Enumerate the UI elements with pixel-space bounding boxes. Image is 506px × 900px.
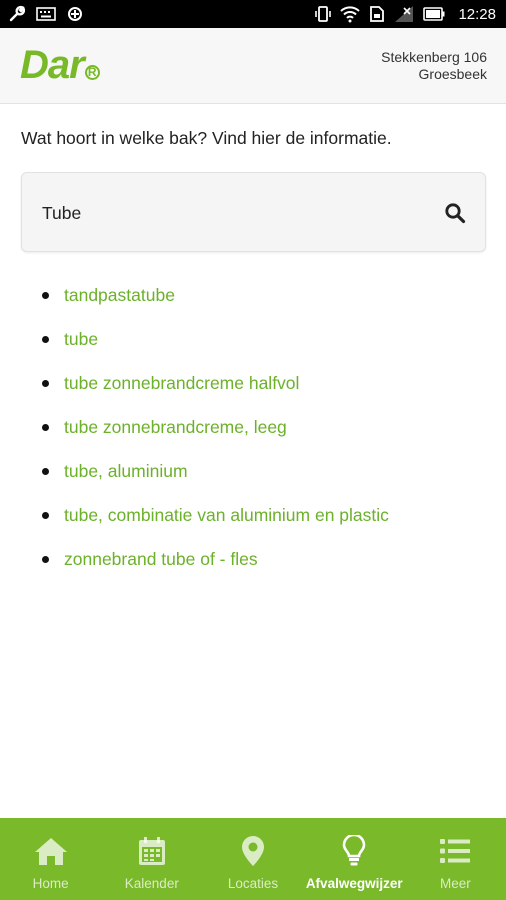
- vibrate-icon: [315, 5, 332, 23]
- address-city: Groesbeek: [418, 66, 487, 82]
- signal-icon: [394, 5, 414, 23]
- logo-text: Dar: [20, 43, 85, 87]
- registered-mark-icon: R: [84, 65, 100, 80]
- nav-afvalwegwijzer[interactable]: Afvalwegwijzer: [304, 818, 405, 900]
- sim-icon: [369, 5, 385, 23]
- result-link[interactable]: tube zonnebrandcreme, leeg: [64, 417, 287, 437]
- list-icon: [440, 839, 471, 863]
- intro-text: Wat hoort in welke bak? Vind hier de inf…: [21, 128, 392, 148]
- list-item: zonnebrand tube of - fles: [42, 547, 389, 591]
- wifi-icon: [340, 5, 361, 23]
- status-bar-system: 12:28: [315, 5, 506, 23]
- list-item: tube zonnebrandcreme, leeg: [42, 415, 389, 459]
- status-bar: 12:28: [0, 0, 506, 28]
- keyboard-icon: [36, 6, 56, 22]
- list-item: tube, combinatie van aluminium en plasti…: [42, 503, 389, 547]
- list-item: tandpastatube: [42, 283, 389, 327]
- list-item: tube zonnebrandcreme halfvol: [42, 371, 389, 415]
- nav-label: Locaties: [227, 876, 279, 891]
- nav-calendar[interactable]: Kalender: [101, 818, 202, 900]
- nav-label: Meer: [440, 876, 471, 891]
- address-street: Stekkenberg 106: [381, 49, 487, 65]
- result-link[interactable]: tube zonnebrandcreme halfvol: [64, 373, 299, 393]
- app-header: Dar R Stekkenberg 106 Groesbeek: [0, 28, 506, 104]
- home-icon: [34, 838, 67, 865]
- search-input[interactable]: Tube: [42, 203, 81, 224]
- result-link[interactable]: tube, combinatie van aluminium en plasti…: [64, 505, 389, 525]
- lightbulb-icon: [342, 835, 366, 866]
- list-item: tube: [42, 327, 389, 371]
- map-pin-icon: [242, 836, 264, 866]
- status-time: 12:28: [458, 5, 496, 23]
- calendar-icon: [138, 837, 165, 865]
- list-item: tube, aluminium: [42, 459, 389, 503]
- result-link[interactable]: tube, aluminium: [64, 461, 188, 481]
- result-link[interactable]: zonnebrand tube of - fles: [64, 549, 258, 569]
- status-bar-notifications: [0, 5, 84, 23]
- address[interactable]: Stekkenberg 106 Groesbeek: [381, 49, 487, 83]
- battery-icon: [423, 7, 445, 21]
- result-link[interactable]: tandpastatube: [64, 285, 175, 305]
- nav-label: Afvalwegwijzer: [305, 876, 403, 891]
- nav-more[interactable]: Meer: [405, 818, 506, 900]
- nav-home[interactable]: Home: [0, 818, 101, 900]
- nav-label: Kalender: [124, 876, 179, 891]
- results-list: tandpastatube tube tube zonnebrandcreme …: [42, 283, 389, 591]
- nav-locations[interactable]: Locaties: [202, 818, 303, 900]
- search-box[interactable]: Tube: [21, 172, 486, 252]
- search-button[interactable]: [443, 201, 467, 225]
- bottom-nav: Home Kalender Locaties Afvalwegwijzer Me…: [0, 818, 506, 900]
- sync-icon: [66, 5, 84, 23]
- wrench-icon: [8, 5, 26, 23]
- result-link[interactable]: tube: [64, 329, 98, 349]
- dar-logo[interactable]: Dar R: [20, 42, 100, 88]
- nav-label: Home: [32, 876, 69, 891]
- search-icon: [445, 203, 466, 224]
